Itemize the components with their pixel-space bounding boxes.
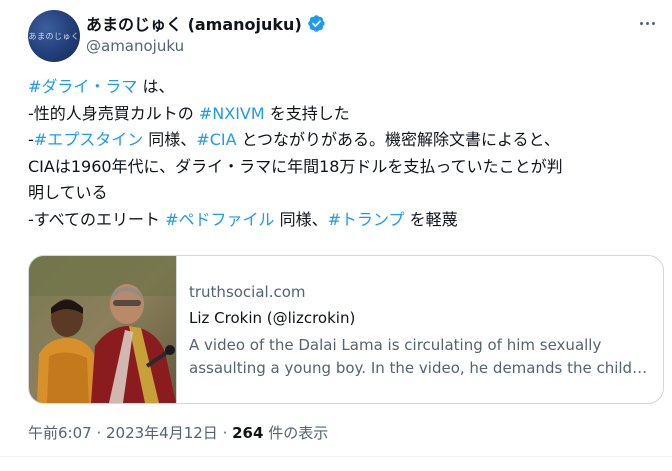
text-segment: -性的人身売買カルトの — [28, 103, 199, 123]
text-segment: -すべてのエリート — [28, 209, 166, 229]
text-segment: 同様、 — [274, 209, 328, 229]
card-description: A video of the Dalai Lama is circulating… — [189, 334, 649, 380]
card-title: Liz Crokin (@lizcrokin) — [189, 309, 356, 327]
text-segment: 明している — [28, 183, 108, 202]
tweet-meta: 午前6:07 · 2023年4月12日 · 264 件の表示 — [28, 422, 328, 443]
hashtag-trump[interactable]: #トランプ — [328, 210, 405, 229]
views-count[interactable]: 264 — [232, 424, 263, 442]
text-segment: とつながりがある。機密解除文書によると、 — [236, 130, 560, 149]
text-segment: 同様、 — [143, 130, 197, 149]
link-preview-card[interactable]: truthsocial.com Liz Crokin (@lizcrokin) … — [28, 255, 664, 404]
tweet-text: #ダライ・ラマ は、 -性的人身売買カルトの #NXIVM を支持した -#エプ… — [28, 74, 658, 233]
hashtag-cia[interactable]: #CIA — [196, 130, 236, 149]
tweet-time[interactable]: 午前6:07 — [28, 424, 92, 442]
tweet-line: #ダライ・ラマ は、 — [28, 74, 658, 101]
tweet-line: -#エプスタイン 同様、#CIA とつながりがある。機密解除文書によると、 — [28, 127, 658, 154]
verified-badge-icon[interactable] — [307, 14, 326, 33]
hashtag-nxivm[interactable]: #NXIVM — [199, 104, 265, 123]
author-avatar[interactable]: あまのじゅく — [28, 10, 80, 62]
hashtag-pedophile[interactable]: #ペドファイル — [165, 210, 274, 229]
meta-separator: · — [217, 424, 233, 442]
author-display-name[interactable]: あまのじゅく (amanojuku) — [86, 11, 302, 35]
text-segment: を支持した — [264, 103, 350, 123]
author-handle[interactable]: @amanojuku — [86, 37, 184, 55]
hashtag-epstein[interactable]: #エプスタイン — [34, 130, 143, 149]
text-segment: を軽蔑 — [404, 209, 458, 229]
thumbnail-image — [29, 256, 176, 403]
meta-separator: · — [91, 424, 106, 442]
tweet-line: -性的人身売買カルトの #NXIVM を支持した — [28, 101, 658, 128]
author-name-row: あまのじゅく (amanojuku) — [86, 11, 326, 35]
card-divider — [176, 256, 177, 403]
text-segment: CIAは1960年代に、ダライ・ラマに年間18万ドルを支払っていたことが判 — [28, 156, 563, 176]
tweet-line: -すべてのエリート #ペドファイル 同様、#トランプ を軽蔑 — [28, 207, 658, 234]
text-segment: は、 — [137, 77, 175, 96]
card-domain: truthsocial.com — [189, 283, 306, 301]
link-preview-thumbnail[interactable] — [29, 256, 176, 403]
tweet-date[interactable]: 2023年4月12日 — [106, 424, 218, 442]
hashtag-dalai-lama[interactable]: #ダライ・ラマ — [28, 77, 137, 96]
tweet-line: CIAは1960年代に、ダライ・ラマに年間18万ドルを支払っていたことが判 — [28, 154, 658, 181]
divider — [0, 456, 672, 457]
avatar-text: あまのじゅく — [28, 31, 80, 41]
views-label: 件の表示 — [263, 424, 329, 442]
more-options-icon[interactable] — [634, 10, 660, 36]
tweet-line: 明している — [28, 180, 658, 207]
card-description-line: A video of the Dalai Lama is circulating… — [189, 336, 602, 354]
card-description-line: assaulting a young boy. In the video, he… — [189, 359, 649, 377]
